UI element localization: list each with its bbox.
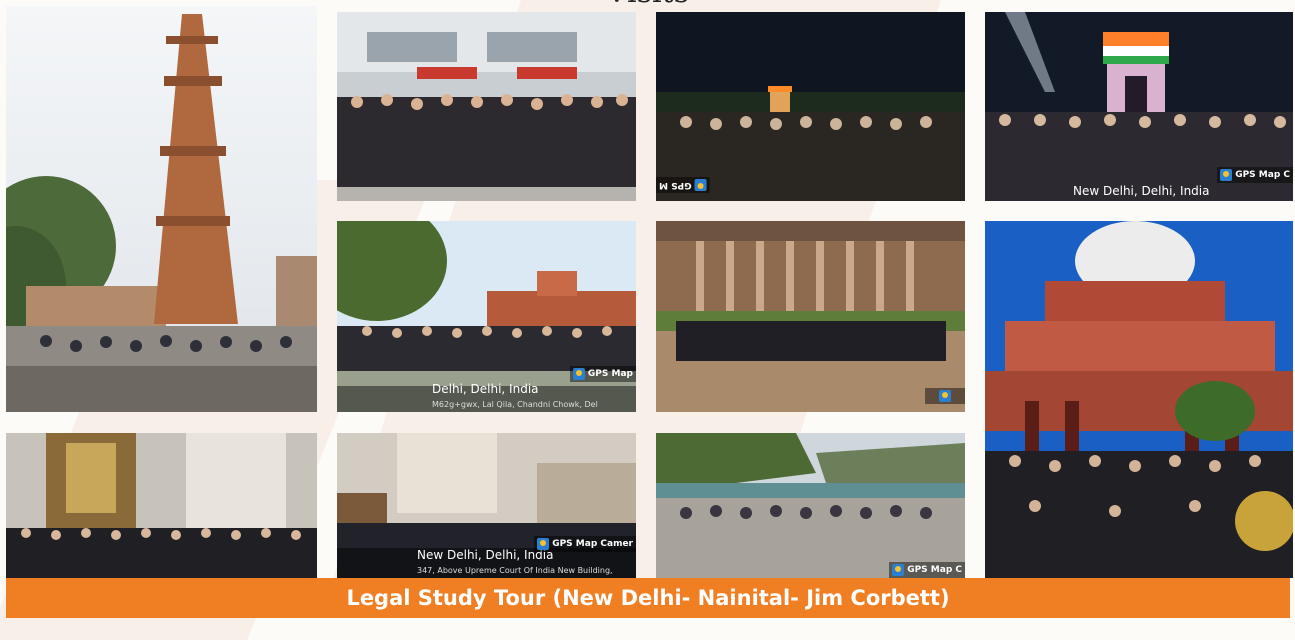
photo-emblem-hall xyxy=(6,433,317,578)
photo-airport-group xyxy=(337,12,636,201)
photo-qutub-minar xyxy=(6,6,317,412)
gps-map-icon xyxy=(939,390,951,402)
gps-map-icon xyxy=(537,538,550,550)
gps-map-icon xyxy=(892,564,905,576)
photo-jim-corbett-river: GPS Map C xyxy=(656,433,965,578)
gps-watermark: GPS M xyxy=(656,177,710,193)
photo-court-interior: New Delhi, Delhi, India 347, Above Uprem… xyxy=(337,433,636,578)
gps-map-icon xyxy=(1220,169,1233,181)
gps-watermark xyxy=(925,388,965,404)
photo-colonnade-building xyxy=(656,221,965,412)
photo-red-fort: Delhi, Delhi, India M62g+gwx, Lal Qila, … xyxy=(337,221,636,412)
gps-map-icon xyxy=(694,179,707,191)
photo-supreme-court xyxy=(985,221,1293,578)
photo-subcaption: 347, Above Upreme Court Of India New Bui… xyxy=(417,566,613,575)
gps-watermark: GPS Map xyxy=(569,366,636,382)
photo-india-gate-night: GPS M xyxy=(656,12,965,201)
photo-subcaption: M62g+gwx, Lal Qila, Chandni Chowk, Del xyxy=(432,400,598,409)
gps-watermark: GPS Map Camer xyxy=(534,536,636,552)
photo-india-gate-tricolour: New Delhi, Delhi, India GPS Map C xyxy=(985,12,1293,201)
photo-caption: Delhi, Delhi, India xyxy=(432,382,539,396)
gps-watermark: GPS Map C xyxy=(889,562,965,578)
gps-map-icon xyxy=(572,368,585,380)
tour-title-banner: Legal Study Tour (New Delhi- Nainital- J… xyxy=(6,578,1290,618)
photo-caption: New Delhi, Delhi, India xyxy=(1073,184,1210,198)
gps-watermark: GPS Map C xyxy=(1217,167,1293,183)
